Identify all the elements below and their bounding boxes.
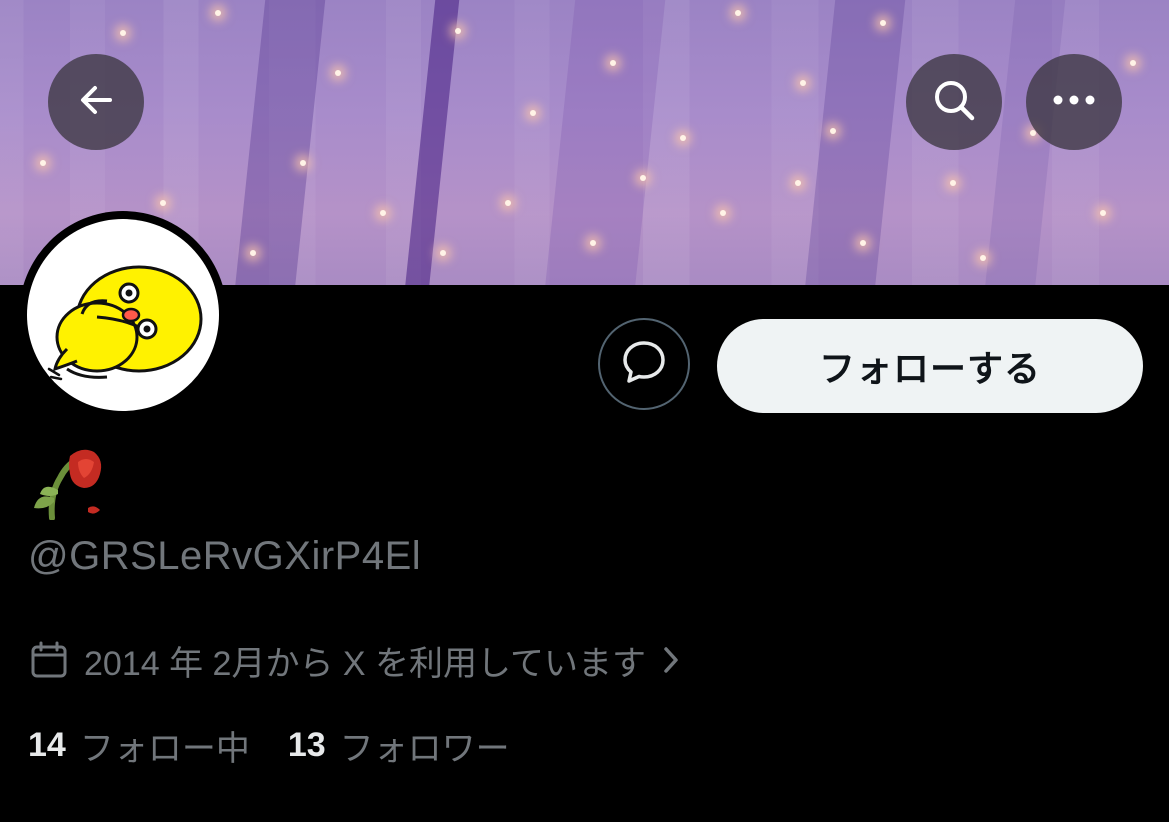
profile-page: フォローする @GRSLeRvGXirP4El 2014 年 2月から X を利… bbox=[0, 0, 1169, 822]
wilted-rose-emoji bbox=[30, 449, 110, 524]
profile-handle: @GRSLeRvGXirP4El bbox=[28, 534, 422, 578]
display-name bbox=[30, 444, 110, 521]
more-horizontal-icon bbox=[1052, 93, 1096, 111]
calendar-icon bbox=[30, 640, 70, 680]
following-stat[interactable]: 14 フォロー中 bbox=[28, 721, 250, 770]
chevron-right-icon bbox=[662, 645, 680, 675]
avatar-image bbox=[27, 219, 219, 411]
followers-stat[interactable]: 13 フォロワー bbox=[288, 721, 510, 770]
message-button[interactable] bbox=[598, 318, 690, 410]
follow-stats: 14 フォロー中 13 フォロワー bbox=[28, 720, 510, 770]
more-button[interactable] bbox=[1026, 54, 1122, 150]
follow-button[interactable]: フォローする bbox=[717, 319, 1143, 413]
search-icon bbox=[931, 77, 977, 128]
joined-date-text: 2014 年 2月から X を利用しています bbox=[84, 644, 646, 683]
search-button[interactable] bbox=[906, 54, 1002, 150]
following-count: 14 bbox=[28, 725, 66, 764]
following-label: フォロー中 bbox=[79, 729, 250, 768]
avatar[interactable] bbox=[19, 211, 227, 419]
followers-count: 13 bbox=[287, 725, 326, 764]
joined-date-row[interactable]: 2014 年 2月から X を利用しています bbox=[30, 636, 680, 684]
back-button[interactable] bbox=[48, 54, 144, 150]
arrow-left-icon bbox=[76, 80, 116, 125]
followers-label: フォロワー bbox=[339, 729, 510, 768]
message-bubble-icon bbox=[620, 338, 668, 391]
follow-button-label: フォローする bbox=[818, 348, 1041, 389]
